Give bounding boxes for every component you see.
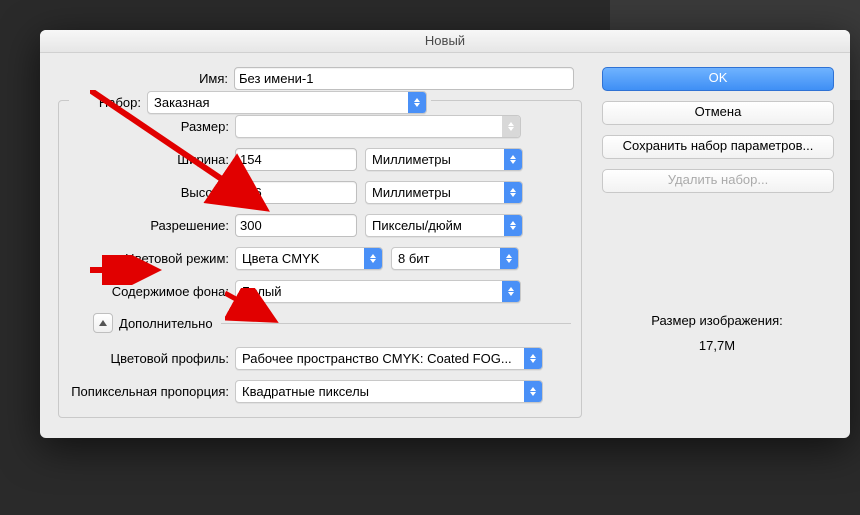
pixelaspect-value: Квадратные пикселы <box>242 384 369 399</box>
colordepth-select[interactable]: 8 бит <box>391 247 519 270</box>
ok-button[interactable]: OK <box>602 67 834 91</box>
dropdown-icon <box>524 348 542 369</box>
height-unit-select[interactable]: Миллиметры <box>365 181 523 204</box>
cancel-button[interactable]: Отмена <box>602 101 834 125</box>
dropdown-icon <box>504 215 522 236</box>
resolution-unit-value: Пикселы/дюйм <box>372 218 462 233</box>
width-unit-value: Миллиметры <box>372 152 451 167</box>
dropdown-icon <box>364 248 382 269</box>
image-size-label: Размер изображения: <box>602 313 832 328</box>
colormode-select[interactable]: Цвета CMYK <box>235 247 383 270</box>
dropdown-icon <box>502 281 520 302</box>
height-input[interactable] <box>235 181 357 204</box>
height-label: Высота: <box>69 185 235 200</box>
image-size-value: 17,7M <box>602 338 832 353</box>
pixelaspect-label: Попиксельная пропорция: <box>69 384 235 399</box>
background-select[interactable]: Белый <box>235 280 521 303</box>
size-label: Размер: <box>69 119 235 134</box>
dropdown-icon <box>500 248 518 269</box>
preset-label: Набор: <box>81 95 147 110</box>
delete-preset-button: Удалить набор... <box>602 169 834 193</box>
advanced-label: Дополнительно <box>119 316 213 331</box>
dropdown-icon <box>504 149 522 170</box>
profile-select[interactable]: Рабочее пространство CMYK: Coated FOG... <box>235 347 543 370</box>
background-label: Содержимое фона: <box>69 284 235 299</box>
dropdown-icon <box>504 182 522 203</box>
height-unit-value: Миллиметры <box>372 185 451 200</box>
preset-value: Заказная <box>154 95 210 110</box>
background-value: Белый <box>242 284 282 299</box>
profile-value: Рабочее пространство CMYK: Coated FOG... <box>242 351 512 366</box>
dropdown-icon <box>408 92 426 113</box>
chevron-up-icon <box>93 313 113 333</box>
name-label: Имя: <box>58 71 234 86</box>
colordepth-value: 8 бит <box>398 251 430 266</box>
colormode-value: Цвета CMYK <box>242 251 319 266</box>
resolution-unit-select[interactable]: Пикселы/дюйм <box>365 214 523 237</box>
size-select[interactable] <box>235 115 521 138</box>
new-document-dialog: Новый Имя: Набор: Заказная Размер: <box>40 30 850 438</box>
pixelaspect-select[interactable]: Квадратные пикселы <box>235 380 543 403</box>
profile-label: Цветовой профиль: <box>69 351 235 366</box>
advanced-disclosure[interactable]: Дополнительно <box>93 313 571 333</box>
resolution-label: Разрешение: <box>69 218 235 233</box>
dropdown-icon <box>502 116 520 137</box>
divider <box>221 323 571 324</box>
width-input[interactable] <box>235 148 357 171</box>
width-label: Ширина: <box>69 152 235 167</box>
dialog-body: Имя: Набор: Заказная Размер: <box>40 53 850 438</box>
settings-fieldset: Набор: Заказная Размер: Ширина: <box>58 100 582 418</box>
colormode-label: Цветовой режим: <box>69 251 235 266</box>
dropdown-icon <box>524 381 542 402</box>
save-preset-button[interactable]: Сохранить набор параметров... <box>602 135 834 159</box>
dialog-title: Новый <box>40 30 850 53</box>
preset-select[interactable]: Заказная <box>147 91 427 114</box>
resolution-input[interactable] <box>235 214 357 237</box>
width-unit-select[interactable]: Миллиметры <box>365 148 523 171</box>
name-input[interactable] <box>234 67 574 90</box>
